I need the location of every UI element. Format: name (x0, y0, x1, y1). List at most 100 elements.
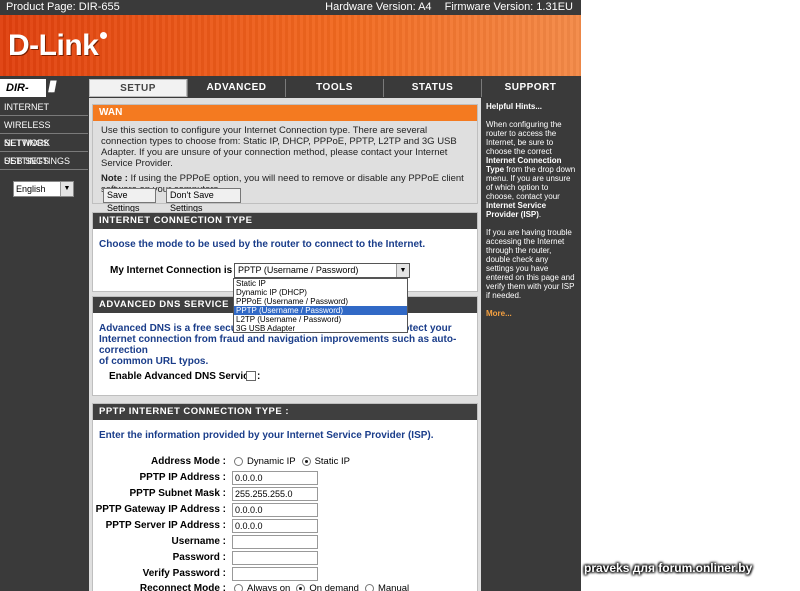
dropdown-option-dynamic-ip[interactable]: Dynamic IP (DHCP) (234, 288, 407, 297)
hints-paragraph-2: If you are having trouble accessing the … (486, 228, 575, 300)
enable-advanced-dns-checkbox[interactable] (246, 371, 256, 382)
tab-status[interactable]: STATUS (383, 79, 481, 97)
sidebar-item-wireless-settings[interactable]: WIRELESS SETTINGS (0, 116, 88, 148)
model-row: DIR-655 //// (0, 79, 88, 112)
connection-type-instruction: Choose the mode to be used by the router… (99, 239, 426, 250)
helpful-hints-panel: Helpful Hints... When configuring the ro… (482, 98, 581, 591)
pptp-instruction: Enter the information provided by your I… (99, 430, 434, 441)
hints-title: Helpful Hints... (486, 102, 542, 111)
pptp-server-label: PPTP Server IP Address : (105, 520, 226, 531)
hints-p1-bold-isp: Internet Service Provider (ISP) (486, 201, 547, 219)
model-badge: DIR-655 (0, 79, 46, 112)
wan-note-label: Note : (101, 173, 128, 184)
sidebar-item-usb-settings[interactable]: USB SETTINGS (0, 152, 88, 170)
address-mode-options: Dynamic IP Static IP (234, 456, 356, 467)
dont-save-settings-button[interactable]: Don't Save Settings (166, 188, 241, 213)
reconnect-mode-label: Reconnect Mode : (139, 583, 226, 591)
connection-type-dropdown-list[interactable]: Static IP Dynamic IP (DHCP) PPPoE (Usern… (233, 278, 408, 333)
dropdown-option-static-ip[interactable]: Static IP (234, 279, 407, 288)
dlink-logo: D-Link (8, 29, 108, 63)
pptp-ip-row: PPTP IP Address : 0.0.0.0 (93, 471, 479, 486)
advanced-dns-desc-line3: of common URL typos. (99, 356, 209, 367)
reconnect-manual-radio[interactable] (364, 583, 374, 591)
pptp-server-row: PPTP Server IP Address : 0.0.0.0 (93, 519, 479, 534)
reconnect-manual-label: Manual (377, 583, 410, 591)
pptp-gateway-row: PPTP Gateway IP Address : 0.0.0.0 (93, 503, 479, 518)
address-mode-dynamic-label: Dynamic IP (247, 456, 296, 467)
product-page-link[interactable]: Product Page: DIR-655 (6, 0, 120, 14)
verify-password-input[interactable] (232, 567, 318, 581)
brand-banner: D-Link (0, 15, 581, 76)
pptp-gateway-label: PPTP Gateway IP Address : (95, 504, 226, 515)
language-value: English (16, 184, 46, 194)
reconnect-always-on-radio[interactable] (234, 583, 243, 591)
enable-advanced-dns-label: Enable Advanced DNS Service : (109, 371, 261, 382)
address-mode-label: Address Mode : (150, 456, 226, 467)
reconnect-always-on-label: Always on (247, 583, 291, 591)
page: Product Page: DIR-655 Hardware Version: … (0, 0, 800, 591)
language-select[interactable]: English ▼ (13, 181, 74, 197)
password-input[interactable] (232, 551, 318, 565)
address-mode-row: Address Mode : Dynamic IP Static IP (93, 455, 479, 470)
dropdown-option-pppoe[interactable]: PPPoE (Username / Password) (234, 297, 407, 306)
firmware-version: Firmware Version: 1.31EU (444, 1, 573, 13)
hints-p1-end: . (538, 210, 542, 219)
tab-tools[interactable]: TOOLS (285, 79, 383, 97)
pptp-subnet-row: PPTP Subnet Mask : 255.255.255.0 (93, 487, 479, 502)
enable-advanced-dns-wrapper (246, 370, 256, 382)
address-mode-static-radio[interactable] (301, 456, 311, 466)
pptp-server-input[interactable]: 0.0.0.0 (232, 519, 318, 533)
logo-dot (100, 32, 108, 39)
connection-select-label: My Internet Connection is : (110, 265, 239, 276)
username-row: Username : (93, 535, 479, 550)
logo-text: D-Link (8, 29, 99, 62)
router-frame: Product Page: DIR-655 Hardware Version: … (0, 0, 581, 591)
reconnect-on-demand-label: On demand (309, 583, 359, 591)
verify-password-label: Verify Password : (142, 568, 226, 579)
chevron-down-icon: ▼ (60, 182, 73, 196)
sidebar: INTERNET WIRELESS SETTINGS NETWORK SETTI… (0, 98, 88, 591)
pptp-gateway-input[interactable]: 0.0.0.0 (232, 503, 318, 517)
wan-section: WAN Use this section to configure your I… (92, 104, 478, 213)
main-content: WAN Use this section to configure your I… (89, 98, 481, 591)
pptp-ip-label: PPTP IP Address : (139, 472, 226, 483)
tab-setup[interactable]: SETUP (89, 79, 187, 97)
advanced-dns-desc-line2: Internet connection from fraud and navig… (99, 334, 457, 356)
pptp-subnet-label: PPTP Subnet Mask : (129, 488, 226, 499)
save-settings-button[interactable]: Save Settings (103, 188, 156, 213)
connection-type-select[interactable]: PPTP (Username / Password) ▼ (234, 263, 410, 278)
top-tabs: SETUP ADVANCED TOOLS STATUS SUPPORT (89, 79, 581, 97)
watermark-text: praveks для forum.onliner.by (584, 561, 753, 575)
username-input[interactable] (232, 535, 318, 549)
pptp-title: PPTP INTERNET CONNECTION TYPE : (93, 404, 477, 420)
reconnect-mode-options: Always on On demand Manual (234, 583, 415, 591)
address-mode-dynamic-radio[interactable] (234, 456, 243, 466)
username-label: Username : (171, 536, 226, 547)
tab-advanced[interactable]: ADVANCED (187, 79, 285, 97)
dropdown-option-pptp[interactable]: PPTP (Username / Password) (234, 306, 407, 315)
sidebar-item-internet[interactable]: INTERNET (0, 98, 88, 116)
sidebar-item-network-settings[interactable]: NETWORK SETTINGS (0, 134, 88, 166)
hardware-version: Hardware Version: A4 (325, 1, 432, 13)
verify-password-row: Verify Password : (93, 567, 479, 582)
dropdown-option-l2tp[interactable]: L2TP (Username / Password) (234, 315, 407, 324)
top-info-bar: Product Page: DIR-655 Hardware Version: … (0, 0, 581, 14)
advanced-dns-desc-start: Advanced DNS is a free security (99, 323, 253, 334)
tab-support[interactable]: SUPPORT (481, 79, 579, 97)
reconnect-on-demand-radio[interactable] (296, 583, 306, 591)
pptp-section: PPTP INTERNET CONNECTION TYPE : Enter th… (92, 403, 478, 591)
pptp-ip-input[interactable]: 0.0.0.0 (232, 471, 318, 485)
hints-p1-text: When configuring the router to access th… (486, 120, 562, 156)
hints-more-link[interactable]: More... (486, 309, 577, 318)
hints-paragraph-1: When configuring the router to access th… (486, 120, 577, 219)
dropdown-option-3g-usb[interactable]: 3G USB Adapter (234, 324, 407, 333)
reconnect-mode-row: Reconnect Mode : Always on On demand Manua… (93, 582, 479, 591)
connection-type-title: INTERNET CONNECTION TYPE (93, 213, 477, 229)
address-mode-static-label: Static IP (314, 456, 350, 467)
wan-title: WAN (93, 105, 477, 121)
connection-type-value: PPTP (Username / Password) (238, 265, 359, 275)
password-row: Password : (93, 551, 479, 566)
pptp-subnet-input[interactable]: 255.255.255.0 (232, 487, 318, 501)
wan-intro: Use this section to configure your Inter… (101, 125, 457, 169)
password-label: Password : (172, 552, 226, 563)
